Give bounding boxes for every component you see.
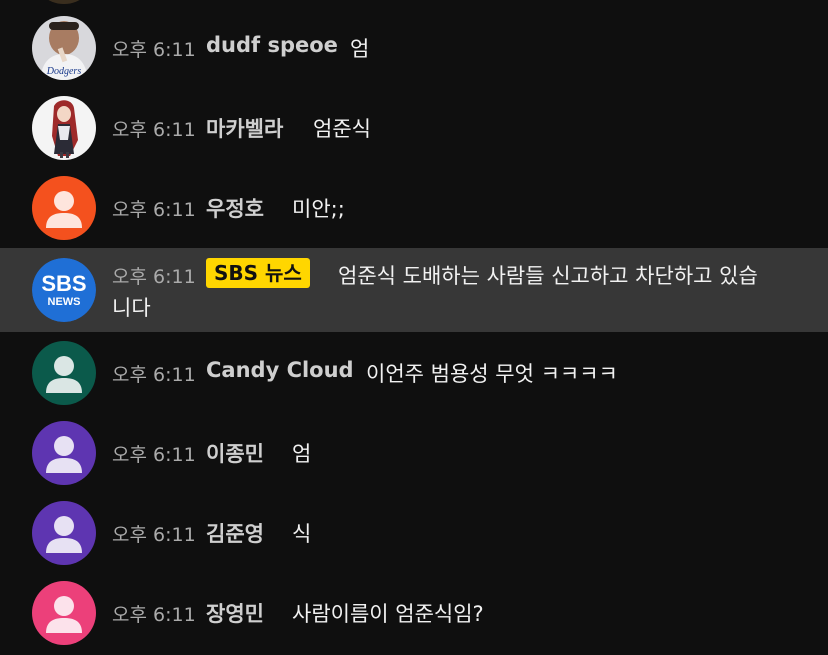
message-text: 이언주 범용성 무엇 ㅋㅋㅋㅋ bbox=[366, 362, 618, 386]
default-user-avatar[interactable] bbox=[32, 501, 96, 565]
author-name[interactable]: 장영민 bbox=[206, 598, 264, 628]
message-text: 사람이름이 엄준식임? bbox=[292, 602, 484, 626]
author-name[interactable]: Candy Cloud bbox=[206, 358, 354, 382]
chat-message[interactable]: 오후 6:11 이종민 엄 bbox=[0, 413, 828, 493]
message-text: 식 bbox=[292, 522, 312, 546]
default-user-avatar[interactable] bbox=[32, 176, 96, 240]
live-chat-list: Dodgers 오후 6:11 dudf speoe 엄 오후 6:11 마카벨… bbox=[0, 0, 828, 655]
person-photo-avatar[interactable]: Dodgers bbox=[32, 16, 96, 80]
anime-character-avatar[interactable] bbox=[32, 96, 96, 160]
message-text: 미안;; bbox=[292, 197, 345, 221]
sbs-news-logo[interactable]: SBS NEWS bbox=[32, 258, 96, 322]
message-timestamp: 오후 6:11 bbox=[112, 199, 196, 221]
message-text: 엄 bbox=[292, 442, 312, 466]
message-timestamp: 오후 6:11 bbox=[112, 266, 196, 288]
author-name[interactable]: 마카벨라 bbox=[206, 113, 283, 143]
message-timestamp: 오후 6:11 bbox=[112, 39, 196, 61]
message-text: 엄 bbox=[350, 37, 370, 61]
chat-message[interactable]: 오후 6:11 Candy Cloud 이언주 범용성 무엇 ㅋㅋㅋㅋ bbox=[0, 333, 828, 413]
message-timestamp: 오후 6:11 bbox=[112, 524, 196, 546]
message-timestamp: 오후 6:11 bbox=[112, 444, 196, 466]
chat-message[interactable]: Dodgers 오후 6:11 dudf speoe 엄 bbox=[0, 8, 828, 88]
author-name[interactable]: 우정호 bbox=[206, 193, 264, 223]
cut-off-avatar bbox=[32, 0, 96, 4]
default-user-avatar[interactable] bbox=[32, 341, 96, 405]
default-user-avatar[interactable] bbox=[32, 581, 96, 645]
verified-author-badge[interactable]: SBS 뉴스 bbox=[206, 258, 310, 288]
author-name[interactable]: 이종민 bbox=[206, 438, 264, 468]
chat-message[interactable]: 오후 6:11 우정호 미안;; bbox=[0, 168, 828, 248]
highlighted-chat-message[interactable]: SBS NEWS 오후 6:11 SBS 뉴스 엄준식 도배하는 사람들 신고하… bbox=[0, 248, 828, 332]
author-name[interactable]: 김준영 bbox=[206, 518, 264, 548]
message-text: 엄준식 도배하는 사람들 신고하고 차단하고 있습 bbox=[338, 264, 758, 288]
message-timestamp: 오후 6:11 bbox=[112, 604, 196, 626]
author-name[interactable]: dudf speoe bbox=[206, 33, 338, 57]
message-timestamp: 오후 6:11 bbox=[112, 119, 196, 141]
default-user-avatar[interactable] bbox=[32, 421, 96, 485]
chat-message[interactable]: 오후 6:11 김준영 식 bbox=[0, 493, 828, 573]
svg-text:Dodgers: Dodgers bbox=[46, 66, 82, 77]
message-text-continued: 니다 bbox=[112, 296, 151, 320]
chat-message[interactable]: 오후 6:11 마카벨라 엄준식 bbox=[0, 88, 828, 168]
message-text: 엄준식 bbox=[313, 117, 371, 141]
message-timestamp: 오후 6:11 bbox=[112, 364, 196, 386]
chat-message[interactable]: 오후 6:11 장영민 사람이름이 엄준식임? bbox=[0, 573, 828, 653]
